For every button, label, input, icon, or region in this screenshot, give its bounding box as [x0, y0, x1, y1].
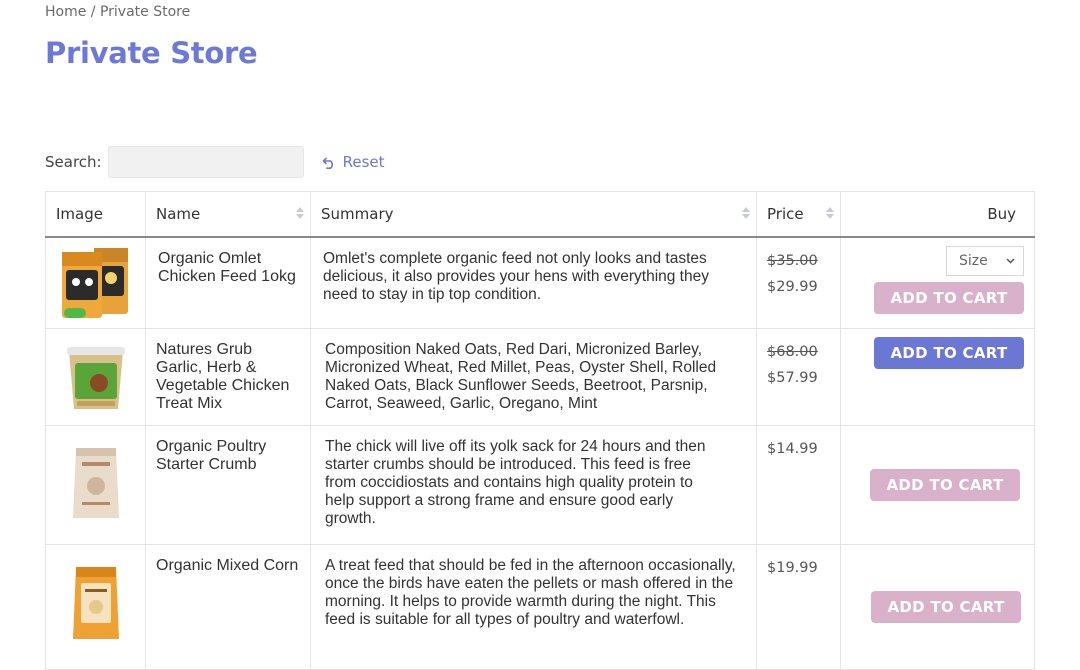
- original-price: $68.00: [767, 344, 818, 360]
- product-price: $14.99: [756, 425, 841, 545]
- page-title: Private Store: [45, 36, 258, 70]
- product-image-cell: [45, 544, 146, 670]
- product-price: $35.00 $29.99: [756, 236, 841, 329]
- table-row: Natures Grub Garlic, Herb & Vegetable Ch…: [45, 328, 1035, 426]
- product-image-cell: [45, 425, 146, 545]
- product-image-cell: [45, 328, 146, 426]
- buy-cell: Size ADD TO CART: [840, 236, 1035, 329]
- table-header-row: Image Name Summary Price Buy: [45, 191, 1035, 238]
- reset-button[interactable]: Reset: [322, 153, 385, 171]
- buy-cell: ADD TO CART: [840, 328, 1035, 426]
- table-row: Organic Poultry Starter Crumb The chick …: [45, 425, 1035, 545]
- product-image-feed-bags[interactable]: [56, 242, 136, 324]
- add-to-cart-button[interactable]: ADD TO CART: [874, 282, 1024, 314]
- search-input[interactable]: [107, 146, 304, 178]
- product-price: $68.00 $57.99: [756, 328, 841, 426]
- product-image-treat-tub[interactable]: [61, 341, 131, 413]
- column-header-buy: Buy: [840, 191, 1035, 238]
- product-summary: Omlet's complete organic feed not only l…: [310, 236, 757, 329]
- products-table: Image Name Summary Price Buy Organic Oml…: [45, 191, 1035, 670]
- product-name[interactable]: Natures Grub Garlic, Herb & Vegetable Ch…: [145, 328, 311, 426]
- breadcrumb-separator: /: [90, 4, 96, 20]
- chevron-down-icon: [1006, 258, 1015, 264]
- product-name[interactable]: Organic Mixed Corn: [145, 544, 311, 670]
- sort-icon[interactable]: [742, 207, 750, 221]
- product-summary: A treat feed that should be fed in the a…: [310, 544, 757, 670]
- product-image-cell: [45, 236, 146, 329]
- product-image-starter-crumb-bag[interactable]: [66, 444, 126, 524]
- table-row: Organic Omlet Chicken Feed 1okg Omlet's …: [45, 236, 1035, 329]
- add-to-cart-button[interactable]: ADD TO CART: [870, 469, 1020, 501]
- reset-label: Reset: [342, 153, 385, 171]
- breadcrumb: Home / Private Store: [45, 4, 190, 20]
- product-name[interactable]: Organic Poultry Starter Crumb: [145, 425, 311, 545]
- buy-cell: ADD TO CART: [840, 425, 1035, 545]
- undo-icon: [322, 157, 333, 169]
- column-header-image: Image: [45, 191, 146, 238]
- breadcrumb-home-link[interactable]: Home: [45, 4, 86, 20]
- original-price: $35.00: [767, 253, 818, 269]
- product-price: $19.99: [756, 544, 841, 670]
- search-label: Search:: [45, 153, 102, 171]
- sale-price: $29.99: [767, 279, 818, 295]
- column-header-name[interactable]: Name: [145, 191, 311, 238]
- price: $19.99: [767, 560, 818, 576]
- product-summary: Composition Naked Oats, Red Dari, Micron…: [310, 328, 757, 426]
- buy-cell: ADD TO CART: [840, 544, 1035, 670]
- sort-icon[interactable]: [296, 207, 304, 221]
- product-name[interactable]: Organic Omlet Chicken Feed 1okg: [145, 236, 311, 329]
- product-image-mixed-corn-bag[interactable]: [66, 563, 126, 645]
- table-row: Organic Mixed Corn A treat feed that sho…: [45, 544, 1035, 670]
- column-header-summary[interactable]: Summary: [310, 191, 757, 238]
- price: $14.99: [767, 441, 818, 457]
- search-bar: Search: Reset: [45, 146, 385, 178]
- sale-price: $57.99: [767, 370, 818, 386]
- add-to-cart-button[interactable]: ADD TO CART: [871, 591, 1021, 623]
- size-select[interactable]: Size: [946, 246, 1024, 276]
- product-summary: The chick will live off its yolk sack fo…: [310, 425, 757, 545]
- add-to-cart-button[interactable]: ADD TO CART: [874, 337, 1024, 369]
- breadcrumb-current: Private Store: [99, 4, 191, 20]
- sort-icon[interactable]: [826, 207, 834, 221]
- column-header-price[interactable]: Price: [756, 191, 841, 238]
- size-select-value: Size: [959, 253, 988, 269]
